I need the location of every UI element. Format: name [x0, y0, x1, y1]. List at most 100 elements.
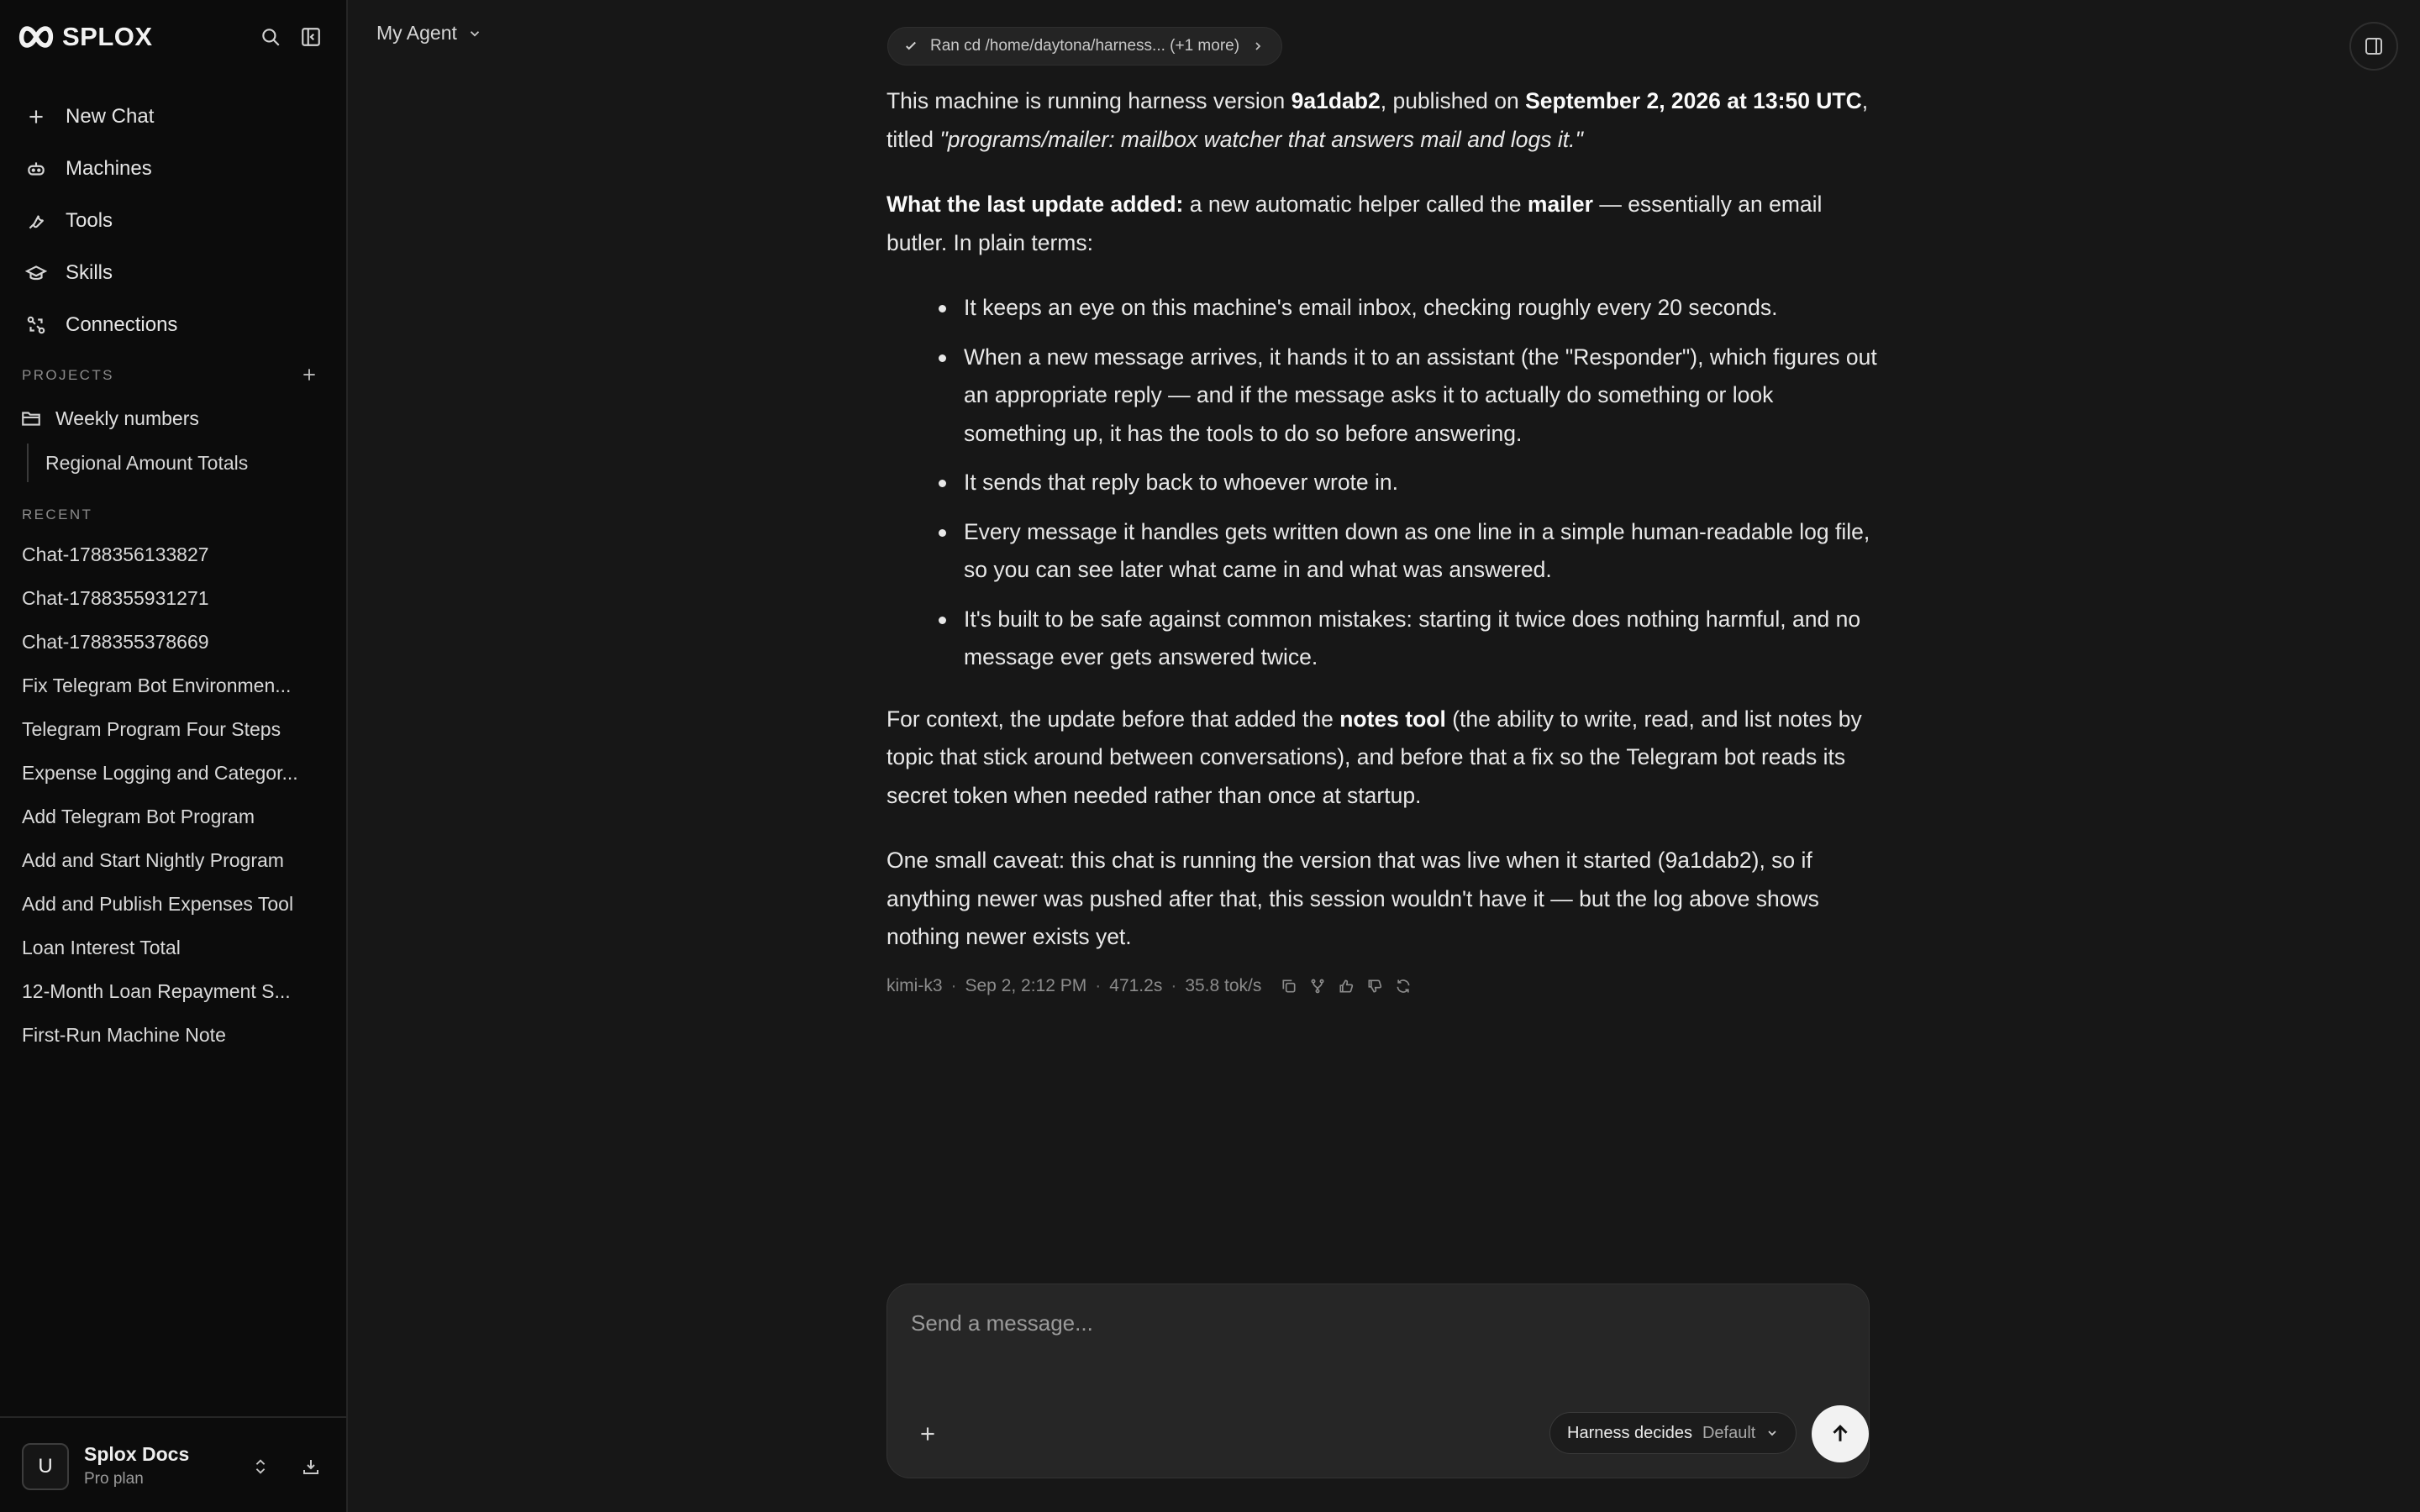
recent-chat-item[interactable]: First-Run Machine Note: [0, 1013, 348, 1057]
chevron-right-icon: [1255, 42, 1261, 50]
nav-machines[interactable]: Machines: [0, 143, 348, 195]
nav-label: Machines: [66, 157, 152, 180]
search-button[interactable]: [255, 22, 286, 52]
account-panel[interactable]: U Splox Docs Pro plan: [0, 1416, 348, 1512]
recent-chat-item[interactable]: Add and Start Nightly Program: [0, 838, 348, 882]
check-icon: [906, 41, 916, 50]
message-paragraph: One small caveat: this chat is running t…: [886, 848, 1819, 949]
recent-chat-item[interactable]: Expense Logging and Categor...: [0, 751, 348, 795]
message-bullet-list: It keeps an eye on this machine's email …: [886, 289, 1878, 677]
connections-icon: [27, 316, 45, 334]
recent-heading: RECENT: [22, 507, 93, 522]
message-paragraph: What the last update added: a new automa…: [886, 192, 1823, 255]
avatar: U: [22, 1443, 69, 1490]
plus-icon: [303, 369, 315, 381]
version-hash: 9a1dab2: [1291, 88, 1381, 113]
main-nav: New Chat Machines Tools Skills Connectio…: [0, 91, 348, 351]
generation-duration: 471.2s: [1109, 976, 1163, 995]
chevron-down-icon: [1768, 1431, 1776, 1436]
account-plan: Pro plan: [84, 1470, 144, 1488]
list-item: It sends that reply back to whoever wrot…: [939, 464, 1878, 502]
agent-selector[interactable]: My Agent: [376, 22, 482, 45]
message-input[interactable]: [911, 1303, 1835, 1343]
copy-button[interactable]: [1280, 977, 1298, 995]
arrow-up-icon: [1833, 1425, 1848, 1441]
thumbs-down-icon: [1368, 979, 1382, 993]
recent-chat-item[interactable]: Chat-1788355378669: [0, 620, 348, 664]
collapse-sidebar-button[interactable]: [296, 22, 326, 52]
branch-icon: [1311, 979, 1324, 994]
attach-button[interactable]: [911, 1417, 944, 1451]
mode-value: Default: [1702, 1423, 1756, 1442]
wrench-icon: [29, 215, 45, 229]
add-project-button[interactable]: [297, 363, 321, 386]
recent-chat-item[interactable]: Add Telegram Bot Program: [0, 795, 348, 838]
list-item: It's built to be safe against common mis…: [939, 601, 1878, 677]
mode-label: Harness decides: [1567, 1423, 1692, 1442]
nav-label: New Chat: [66, 105, 155, 128]
tool-run-summary[interactable]: Ran cd /home/daytona/harness... (+1 more…: [887, 27, 1283, 66]
folder-icon: [22, 412, 40, 426]
agent-name: My Agent: [376, 22, 457, 44]
token-speed: 35.8 tok/s: [1185, 976, 1262, 995]
model-name: kimi-k3: [886, 976, 943, 995]
chevron-up-down-icon: [255, 1459, 266, 1474]
nav-label: Tools: [66, 209, 113, 232]
nav-connections[interactable]: Connections: [0, 299, 348, 351]
nav-new-chat[interactable]: New Chat: [0, 91, 348, 143]
robot-icon: [28, 162, 45, 176]
message-actions: [1280, 977, 1413, 995]
project-weekly-numbers[interactable]: Weekly numbers: [20, 402, 199, 435]
nav-tools[interactable]: Tools: [0, 195, 348, 247]
copy-icon: [1282, 979, 1296, 993]
message-time: Sep 2, 2:12 PM: [965, 976, 1087, 995]
sidebar: SPLOX New Chat Machines Tools Skills Con…: [0, 0, 348, 1512]
plus-icon: [29, 110, 43, 123]
list-item: It keeps an eye on this machine's email …: [939, 289, 1878, 328]
thumbs-up-icon: [1339, 979, 1354, 993]
regenerate-button[interactable]: [1394, 977, 1413, 995]
nav-skills[interactable]: Skills: [0, 247, 348, 299]
recent-chats-list: Chat-1788356133827 Chat-1788355931271 Ch…: [0, 533, 348, 1057]
recent-chat-item[interactable]: Add and Publish Expenses Tool: [0, 882, 348, 926]
panel-right-icon: [2365, 38, 2382, 55]
project-label: Weekly numbers: [55, 407, 199, 429]
message-meta: kimi-k3 · Sep 2, 2:12 PM · 471.2s · 35.8…: [886, 976, 1413, 996]
tool-run-label: Ran cd /home/daytona/harness... (+1 more…: [930, 37, 1240, 55]
message-paragraph: This machine is running harness version …: [886, 88, 1869, 152]
projects-heading: PROJECTS: [22, 367, 114, 383]
nav-label: Skills: [66, 261, 113, 284]
recent-chat-item[interactable]: Chat-1788355931271: [0, 576, 348, 620]
account-switcher-button[interactable]: [245, 1452, 276, 1482]
recent-chat-item[interactable]: Chat-1788356133827: [0, 533, 348, 576]
message-paragraph: For context, the update before that adde…: [886, 706, 1862, 808]
refresh-icon: [1397, 979, 1410, 993]
thumbs-up-button[interactable]: [1337, 977, 1355, 995]
infinity-logo-icon: [18, 26, 54, 48]
release-title: "programs/mailer: mailbox watcher that a…: [939, 126, 1583, 152]
brand-name: SPLOX: [62, 22, 153, 51]
publish-date: September 2, 2026 at 13:50 UTC: [1525, 88, 1862, 113]
account-name: Splox Docs: [84, 1443, 190, 1465]
recent-chat-item[interactable]: 12-Month Loan Repayment S...: [0, 969, 348, 1013]
thumbs-down-button[interactable]: [1365, 977, 1384, 995]
download-button[interactable]: [296, 1452, 326, 1482]
graduation-cap-icon: [25, 265, 47, 281]
send-button[interactable]: [1812, 1405, 1869, 1462]
mode-selector[interactable]: Harness decides Default: [1549, 1412, 1797, 1454]
plus-icon: [921, 1427, 934, 1441]
list-item: Every message it handles gets written do…: [939, 513, 1878, 590]
project-chat-regional-amount-totals[interactable]: Regional Amount Totals: [27, 444, 248, 482]
nav-label: Connections: [66, 313, 178, 336]
chat-main: My Agent Ran cd /home/daytona/harness...…: [348, 0, 2420, 1512]
recent-chat-item[interactable]: Telegram Program Four Steps: [0, 707, 348, 751]
sidebar-collapse-icon: [302, 28, 320, 46]
search-icon: [262, 29, 280, 46]
toggle-right-panel-button[interactable]: [2349, 22, 2398, 71]
recent-chat-item[interactable]: Fix Telegram Bot Environmen...: [0, 664, 348, 707]
splox-logo[interactable]: SPLOX: [17, 22, 153, 52]
download-icon: [303, 1460, 318, 1474]
recent-chat-item[interactable]: Loan Interest Total: [0, 926, 348, 969]
branch-button[interactable]: [1308, 977, 1327, 995]
message-composer: Harness decides Default: [886, 1284, 1870, 1478]
